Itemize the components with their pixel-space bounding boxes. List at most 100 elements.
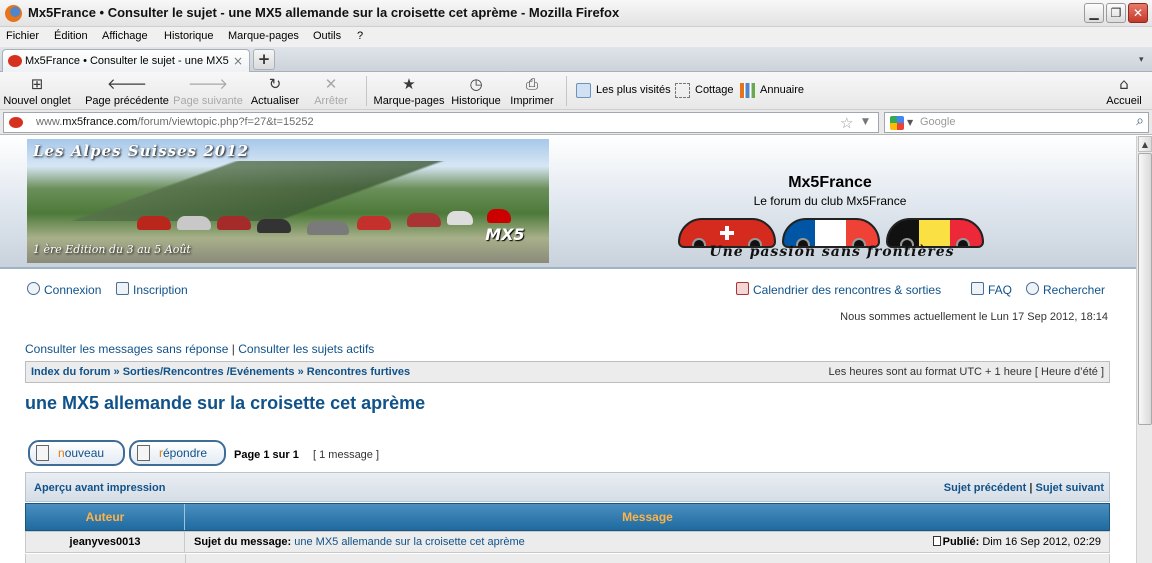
- topic-title[interactable]: une MX5 allemande sur la croisette cet a…: [25, 393, 425, 414]
- quicklinks-separator: |: [231, 342, 235, 356]
- breadcrumb-separator: »: [113, 366, 120, 378]
- post-date: Publié: Dim 16 Sep 2012, 02:29: [932, 536, 1101, 548]
- breadcrumb-rencontres-furtives[interactable]: Rencontres furtives: [307, 366, 410, 378]
- search-bar[interactable]: ▼ Google ⌕: [884, 112, 1149, 133]
- post-body-row: [25, 554, 1110, 563]
- print-preview-link[interactable]: Aperçu avant impression: [34, 482, 165, 494]
- menu-historique[interactable]: Historique: [164, 30, 214, 42]
- breadcrumb-separator: »: [297, 366, 304, 378]
- login-link[interactable]: Connexion: [44, 283, 101, 297]
- tab-close-icon[interactable]: ×: [231, 54, 245, 68]
- menu-outils[interactable]: Outils: [313, 30, 341, 42]
- banner-mountains: [27, 161, 549, 221]
- breadcrumb-forum-index[interactable]: Index du forum: [31, 366, 110, 378]
- tab-current[interactable]: Mx5France • Consulter le sujet - une MX5…: [2, 49, 250, 72]
- forward-button[interactable]: 🡒 Page suivante: [172, 75, 244, 109]
- menu-help[interactable]: ?: [357, 30, 363, 42]
- history-button[interactable]: ◷ Historique: [450, 75, 502, 109]
- menu-marque-pages[interactable]: Marque-pages: [228, 30, 299, 42]
- banner-car: [357, 216, 391, 230]
- event-banner-image[interactable]: Les Alpes Suisses 2012 1 ère Edition du …: [27, 139, 549, 263]
- active-topics-link[interactable]: Consulter les sujets actifs: [238, 342, 374, 356]
- scrollbar-thumb[interactable]: [1138, 153, 1152, 425]
- login-icon: [27, 282, 40, 295]
- breadcrumb: Index du forum » Sorties/Rencontres /Evé…: [25, 361, 1110, 383]
- quick-links: Consulter les messages sans réponse | Co…: [25, 342, 374, 356]
- post-subject-link[interactable]: une MX5 allemande sur la croisette cet a…: [294, 536, 525, 548]
- search-engine-chevron-down-icon[interactable]: ▼: [907, 118, 913, 127]
- new-tab-button[interactable]: +: [253, 49, 275, 70]
- banner-mx5-logo: MX5: [485, 225, 525, 244]
- most-visited-icon: [576, 83, 591, 98]
- scroll-up-arrow-icon[interactable]: ▲: [1138, 136, 1152, 152]
- tab-list-chevron-down-icon[interactable]: ▾: [1139, 55, 1144, 65]
- page-icon: [675, 83, 690, 98]
- reply-icon: [137, 445, 150, 461]
- new-topic-button[interactable]: nouveau: [28, 440, 125, 466]
- faq-link[interactable]: FAQ: [988, 283, 1012, 297]
- back-arrow-icon: 🡐: [106, 75, 148, 93]
- bookmark-star-icon[interactable]: ☆: [840, 114, 853, 132]
- google-icon[interactable]: [890, 116, 904, 130]
- col-author: Auteur: [26, 504, 185, 530]
- reload-button[interactable]: ↻ Actualiser: [248, 75, 302, 109]
- bookmarks-button[interactable]: ★ Marque-pages: [372, 75, 446, 109]
- table-row: jeanyves0013 Sujet du message: une MX5 a…: [25, 531, 1110, 553]
- back-button[interactable]: 🡐 Page précédente: [84, 75, 170, 109]
- new-tab-icon: ⊞: [30, 75, 44, 93]
- unanswered-posts-link[interactable]: Consulter les messages sans réponse: [25, 342, 228, 356]
- current-datetime: Nous sommes actuellement le Lun 17 Sep 2…: [840, 311, 1108, 323]
- site-slogan: Une passion sans frontières: [709, 244, 955, 260]
- search-link[interactable]: Rechercher: [1043, 283, 1105, 297]
- tab-bar: Mx5France • Consulter le sujet - une MX5…: [0, 47, 1152, 72]
- breadcrumb-trail: Index du forum » Sorties/Rencontres /Evé…: [31, 366, 410, 378]
- search-input[interactable]: Google: [920, 116, 955, 128]
- home-button[interactable]: ⌂ Accueil: [1104, 75, 1144, 109]
- tab-label: Mx5France • Consulter le sujet - une MX5…: [25, 55, 231, 67]
- bookmark-star-icon: ★: [402, 75, 416, 93]
- new-topic-icon: [36, 445, 49, 461]
- clock-icon: ◷: [469, 75, 483, 93]
- home-icon: ⌂: [1119, 75, 1129, 93]
- print-button[interactable]: ⎙ Imprimer: [508, 75, 556, 109]
- topic-navigation: Sujet précédent | Sujet suivant: [944, 482, 1104, 494]
- close-window-button[interactable]: ✕: [1128, 3, 1148, 23]
- breadcrumb-sorties[interactable]: Sorties/Rencontres /Evénements: [123, 366, 295, 378]
- site-name[interactable]: Mx5France: [640, 174, 1020, 192]
- menu-fichier[interactable]: Fichier: [6, 30, 39, 42]
- site-identity-icon: [9, 117, 23, 128]
- menu-affichage[interactable]: Affichage: [102, 30, 148, 42]
- bookmark-most-visited[interactable]: Les plus visités: [576, 83, 671, 99]
- next-topic-link[interactable]: Sujet suivant: [1036, 482, 1104, 494]
- calendar-link[interactable]: Calendrier des rencontres & sorties: [753, 283, 941, 297]
- previous-topic-link[interactable]: Sujet précédent: [944, 482, 1027, 494]
- register-link[interactable]: Inscription: [133, 283, 188, 297]
- annuaire-icon: [740, 83, 755, 98]
- page-info: Page 1 sur 1: [234, 449, 299, 461]
- toolbar-separator: [566, 76, 567, 106]
- post-icon[interactable]: [932, 536, 941, 546]
- url-text: www.mx5france.com/forum/viewtopic.php?f=…: [36, 116, 314, 128]
- url-dropdown-chevron-down-icon[interactable]: ▼: [862, 117, 869, 127]
- favicon-icon: [8, 55, 22, 67]
- stop-button[interactable]: ✕ Arrêter: [308, 75, 354, 109]
- vertical-scrollbar[interactable]: ▲: [1136, 136, 1152, 563]
- post-author[interactable]: jeanyves0013: [26, 532, 185, 552]
- bookmark-annuaire[interactable]: Annuaire: [740, 83, 806, 99]
- menu-bar: Fichier Édition Affichage Historique Mar…: [0, 27, 1152, 47]
- reply-button[interactable]: répondre: [129, 440, 226, 466]
- new-tab-toolbar-button[interactable]: ⊞ Nouvel onglet: [2, 75, 72, 109]
- site-description: Le forum du club Mx5France: [753, 194, 907, 208]
- minimize-button[interactable]: ▁: [1084, 3, 1104, 23]
- banner-car: [257, 219, 291, 233]
- banner-car: [217, 216, 251, 230]
- bookmark-cottage[interactable]: Cottage: [675, 83, 737, 99]
- maximize-button[interactable]: ❐: [1106, 3, 1126, 23]
- search-icon[interactable]: ⌕: [1136, 113, 1144, 129]
- banner-car: [177, 216, 211, 230]
- col-message: Message: [622, 510, 673, 524]
- menu-edition[interactable]: Édition: [54, 30, 88, 42]
- timezone-info: Les heures sont au format UTC + 1 heure …: [828, 366, 1104, 378]
- url-bar[interactable]: www.mx5france.com/forum/viewtopic.php?f=…: [3, 112, 879, 133]
- banner-subtitle: 1 ère Edition du 3 au 5 Août: [33, 243, 191, 256]
